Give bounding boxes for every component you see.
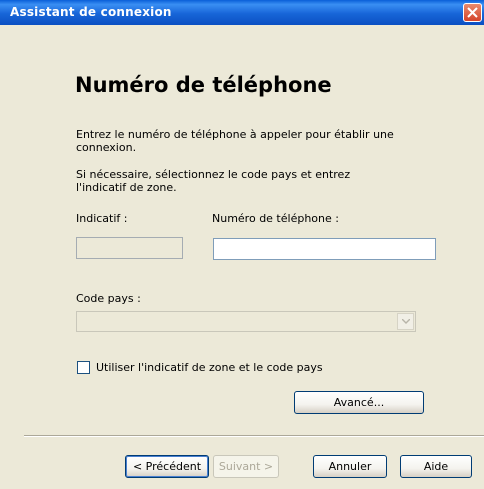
dropdown-button[interactable] — [397, 313, 414, 330]
use-area-code-label[interactable]: Utiliser l'indicatif de zone et le code … — [96, 361, 323, 374]
use-area-code-checkbox[interactable] — [77, 361, 90, 374]
help-button[interactable]: Aide — [400, 455, 472, 478]
description-text-secondary: Si nécessaire, sélectionnez le code pays… — [76, 168, 351, 194]
phone-number-input[interactable] — [213, 238, 436, 260]
phone-number-label: Numéro de téléphone : — [212, 212, 339, 225]
previous-button[interactable]: < Précédent — [125, 455, 209, 478]
title-bar: Assistant de connexion — [0, 0, 484, 25]
page-title: Numéro de téléphone — [75, 73, 332, 97]
chevron-down-icon — [402, 319, 410, 324]
separator — [24, 435, 484, 437]
area-code-input[interactable] — [76, 237, 183, 259]
advanced-button[interactable]: Avancé... — [294, 391, 424, 414]
cancel-button[interactable]: Annuler — [313, 455, 387, 478]
next-button[interactable]: Suivant > — [213, 455, 279, 478]
country-code-label: Code pays : — [76, 292, 141, 305]
area-code-label: Indicatif : — [76, 212, 128, 225]
country-code-select[interactable] — [76, 311, 416, 332]
window-title: Assistant de connexion — [10, 5, 172, 19]
description-text: Entrez le numéro de téléphone à appeler … — [76, 128, 394, 154]
close-button[interactable] — [463, 3, 482, 22]
close-icon — [467, 7, 478, 18]
